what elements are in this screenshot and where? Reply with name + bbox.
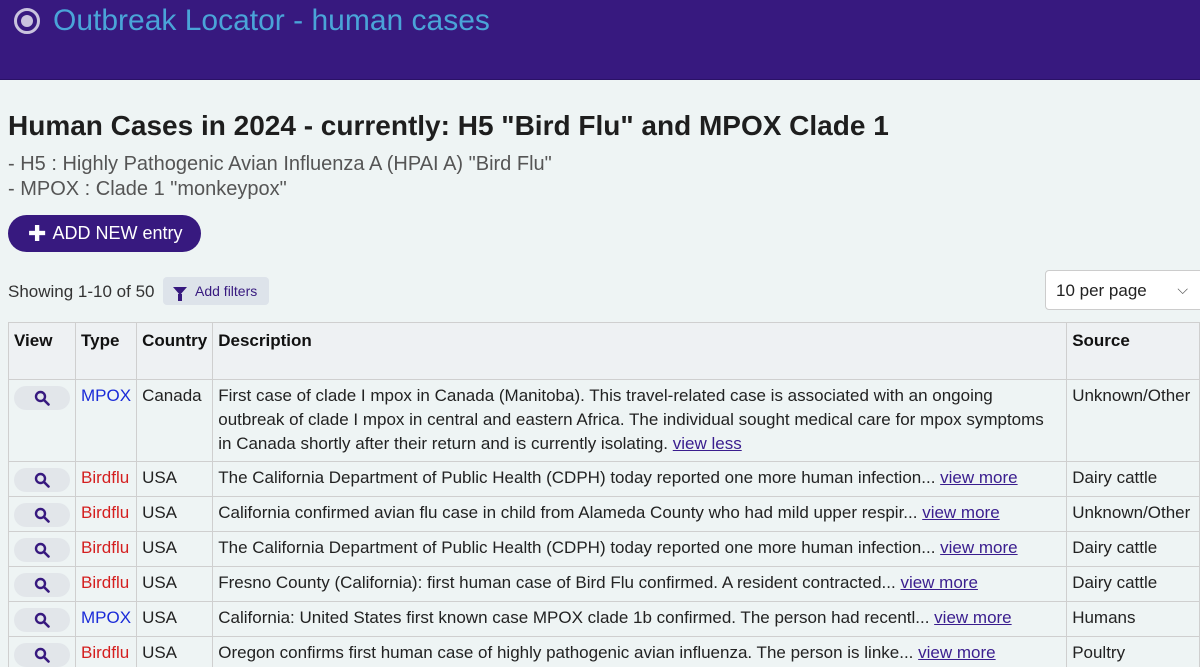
subtitle-h5: - H5 : Highly Pathogenic Avian Influenza… [8, 153, 552, 175]
view-more-link[interactable]: view more [922, 503, 999, 522]
table-row: Birdflu USA Oregon confirms first human ca… [8, 636, 1200, 667]
view-more-link[interactable]: view more [934, 608, 1011, 627]
description-cell: California: United States first known ca… [212, 601, 1068, 637]
view-button[interactable] [14, 468, 70, 492]
country-cell: USA [136, 566, 214, 602]
type-cell: Birdflu [74, 461, 138, 497]
magnifier-icon [34, 577, 50, 593]
country-cell: Canada [136, 379, 214, 462]
country-cell: USA [136, 531, 214, 567]
description-cell: First case of clade I mpox in Canada (Ma… [212, 379, 1068, 462]
magnifier-icon [34, 542, 50, 558]
description-text: Oregon confirms first human case of high… [218, 643, 914, 662]
add-new-entry-button[interactable]: ✚ ADD NEW entry [8, 215, 201, 252]
view-button[interactable] [14, 538, 70, 562]
country-cell: USA [136, 636, 214, 667]
table-header-row: View Type Country Description Source [8, 322, 1200, 380]
country-cell: USA [136, 601, 214, 637]
table-row: Birdflu USA The California Department of P… [8, 461, 1200, 497]
pagination-summary: Showing 1-10 of 50 [8, 282, 155, 301]
view-cell [8, 379, 76, 462]
chevron-down-icon: ⌵ [1177, 281, 1188, 297]
table-row: Birdflu USA The California Department of P… [8, 531, 1200, 567]
description-text: The California Department of Public Heal… [218, 468, 936, 487]
type-cell: Birdflu [74, 566, 138, 602]
view-more-link[interactable]: view more [940, 538, 1017, 557]
description-text: California: United States first known ca… [218, 608, 930, 627]
description-cell: The California Department of Public Heal… [212, 531, 1068, 567]
source-cell: Dairy cattle [1066, 566, 1200, 602]
view-button[interactable] [14, 386, 70, 410]
source-cell: Unknown/Other [1066, 379, 1200, 462]
country-cell: USA [136, 461, 214, 497]
view-button[interactable] [14, 573, 70, 597]
magnifier-icon [34, 472, 50, 488]
column-header-source[interactable]: Source [1066, 322, 1200, 380]
description-cell: Fresno County (California): first human … [212, 566, 1068, 602]
type-cell: MPOX [74, 601, 138, 637]
per-page-value: 10 per page [1056, 281, 1147, 300]
view-more-link[interactable]: view more [900, 573, 977, 592]
source-cell: Humans [1066, 601, 1200, 637]
type-cell: MPOX [74, 379, 138, 462]
column-header-description[interactable]: Description [212, 322, 1068, 380]
magnifier-icon [34, 612, 50, 628]
view-cell [8, 531, 76, 567]
description-text: Fresno County (California): first human … [218, 573, 896, 592]
description-cell: The California Department of Public Heal… [212, 461, 1068, 497]
view-less-link[interactable]: view less [673, 434, 742, 453]
table-row: MPOX USA California: United States first k… [8, 601, 1200, 637]
magnifier-icon [34, 647, 50, 663]
page-title: Human Cases in 2024 - currently: H5 "Bir… [8, 110, 889, 141]
type-cell: Birdflu [74, 636, 138, 667]
filter-icon [173, 287, 187, 301]
target-icon [14, 8, 40, 34]
view-button[interactable] [14, 608, 70, 632]
type-cell: Birdflu [74, 531, 138, 567]
magnifier-icon [34, 390, 50, 406]
add-filters-label: Add filters [195, 283, 258, 299]
plus-icon: ✚ [28, 220, 47, 246]
description-cell: Oregon confirms first human case of high… [212, 636, 1068, 667]
column-header-country[interactable]: Country [136, 322, 214, 380]
view-cell [8, 461, 76, 497]
magnifier-icon [34, 507, 50, 523]
table-row: MPOX Canada First case of clade I mpox in … [8, 379, 1200, 462]
app-title[interactable]: Outbreak Locator - human cases [53, 4, 490, 38]
view-more-link[interactable]: view more [940, 468, 1017, 487]
cases-table: View Type Country Description Source MPO… [8, 322, 1200, 667]
add-filters-button[interactable]: Add filters [163, 277, 269, 305]
source-cell: Dairy cattle [1066, 461, 1200, 497]
description-cell: California confirmed avian flu case in c… [212, 496, 1068, 532]
view-button[interactable] [14, 503, 70, 527]
table-row: Birdflu USA Fresno County (California): fi… [8, 566, 1200, 602]
per-page-select[interactable]: 10 per page ⌵ [1045, 270, 1200, 310]
source-cell: Poultry [1066, 636, 1200, 667]
subtitle-mpox: - MPOX : Clade 1 "monkeypox" [8, 178, 287, 200]
view-cell [8, 601, 76, 637]
top-bar: Outbreak Locator - human cases [0, 0, 1200, 80]
country-cell: USA [136, 496, 214, 532]
add-new-entry-label: ADD NEW entry [52, 223, 183, 243]
column-header-view[interactable]: View [8, 322, 76, 380]
type-cell: Birdflu [74, 496, 138, 532]
view-more-link[interactable]: view more [918, 643, 995, 662]
column-header-type[interactable]: Type [74, 322, 138, 380]
source-cell: Unknown/Other [1066, 496, 1200, 532]
description-text: California confirmed avian flu case in c… [218, 503, 918, 522]
view-cell [8, 566, 76, 602]
source-cell: Dairy cattle [1066, 531, 1200, 567]
view-cell [8, 636, 76, 667]
view-button[interactable] [14, 643, 70, 667]
view-cell [8, 496, 76, 532]
table-row: Birdflu USA California confirmed avian flu… [8, 496, 1200, 532]
description-text: First case of clade I mpox in Canada (Ma… [218, 386, 1044, 453]
description-text: The California Department of Public Heal… [218, 538, 936, 557]
